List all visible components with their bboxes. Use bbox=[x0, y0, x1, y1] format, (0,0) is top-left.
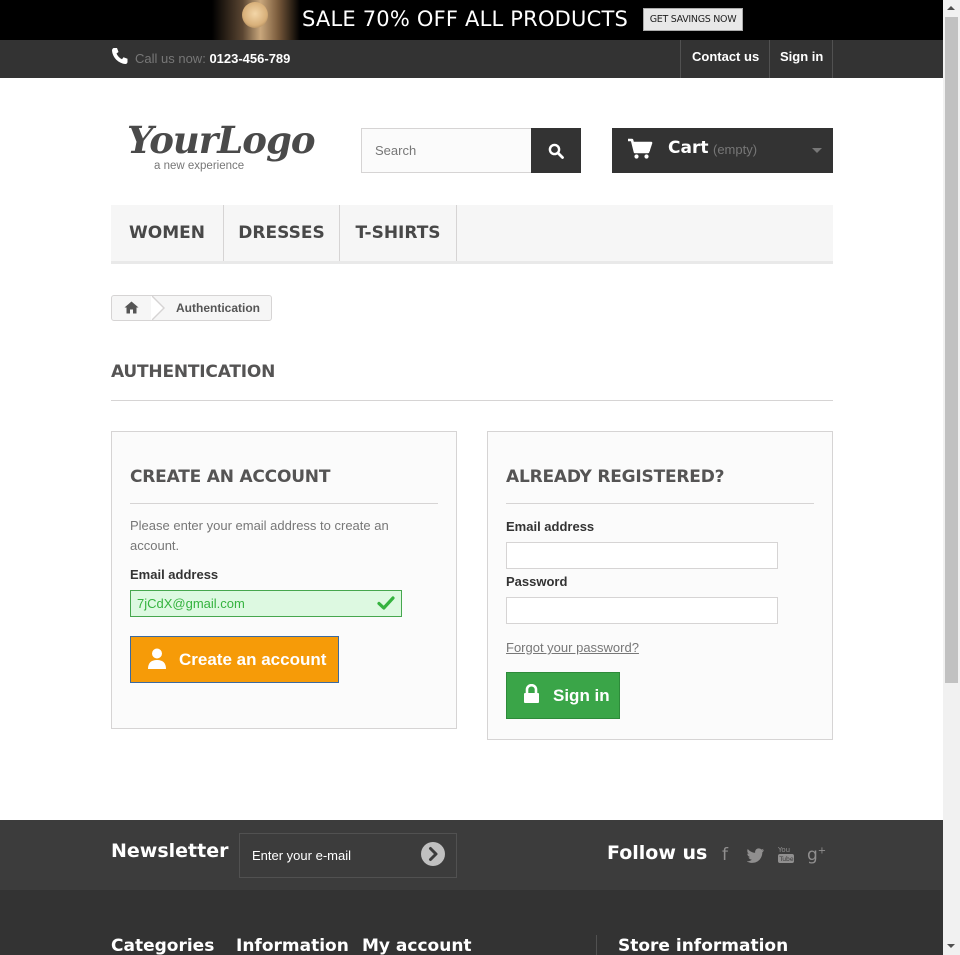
facebook-icon[interactable]: f bbox=[722, 845, 728, 865]
get-savings-button[interactable]: GET SAVINGS NOW bbox=[643, 8, 743, 31]
banner-text: SALE 70% OFF ALL PRODUCTS bbox=[302, 7, 629, 31]
sign-in-button-label: Sign in bbox=[553, 686, 610, 705]
lock-icon bbox=[524, 684, 539, 703]
create-account-title: CREATE AN ACCOUNT bbox=[130, 467, 331, 487]
twitter-icon[interactable] bbox=[747, 848, 765, 863]
password-input[interactable] bbox=[507, 598, 777, 623]
user-icon bbox=[148, 648, 166, 669]
scrollbar-thumb[interactable] bbox=[945, 17, 958, 683]
shopping-cart-icon bbox=[628, 138, 653, 159]
promo-banner[interactable]: SALE 70% OFF ALL PRODUCTS GET SAVINGS NO… bbox=[0, 0, 943, 40]
create-account-button-label: Create an account bbox=[179, 650, 327, 669]
menu-item-tshirts[interactable]: T-SHIRTS bbox=[340, 205, 457, 261]
nav-divider bbox=[769, 40, 770, 78]
cart-status: (empty) bbox=[713, 142, 758, 157]
create-account-instructions: Please enter your email address to creat… bbox=[130, 518, 389, 553]
create-email-label: Email address bbox=[130, 567, 219, 582]
phone-icon bbox=[112, 48, 128, 64]
footer-divider bbox=[596, 935, 597, 955]
password-label: Password bbox=[506, 574, 568, 589]
footer-categories-title: Categories bbox=[111, 936, 215, 955]
panel-divider bbox=[506, 503, 814, 504]
panel-divider bbox=[130, 503, 438, 504]
footer-store-information-title: Store information bbox=[618, 936, 789, 955]
cart-label: Cart bbox=[668, 138, 709, 158]
svg-text:Tube: Tube bbox=[779, 856, 794, 863]
create-email-input[interactable] bbox=[131, 591, 401, 616]
password-field[interactable] bbox=[506, 597, 778, 624]
breadcrumb-current: Authentication bbox=[176, 301, 260, 315]
logo-text: YourLogo bbox=[127, 118, 316, 162]
search-input[interactable] bbox=[362, 129, 531, 172]
newsletter-title: Newsletter bbox=[111, 840, 229, 862]
call-us-label: Call us now: bbox=[135, 51, 206, 66]
cart-button[interactable]: Cart (empty) bbox=[612, 128, 833, 173]
create-account-button[interactable]: Create an account bbox=[130, 636, 339, 683]
logo-tagline: a new experience bbox=[154, 160, 245, 172]
forgot-password-link[interactable]: Forgot your password? bbox=[506, 640, 639, 655]
nav-divider bbox=[680, 40, 681, 78]
main-menu: WOMEN DRESSES T-SHIRTS bbox=[111, 205, 833, 264]
menu-item-women[interactable]: WOMEN bbox=[111, 205, 224, 261]
nav-divider bbox=[832, 40, 833, 78]
footer-my-account-title: My account bbox=[362, 936, 472, 955]
contact-us-link[interactable]: Contact us bbox=[692, 49, 759, 64]
signin-email-label: Email address bbox=[506, 519, 595, 534]
create-email-field[interactable] bbox=[130, 590, 402, 617]
page-scrollbar[interactable] bbox=[943, 0, 960, 955]
search-icon bbox=[548, 143, 564, 159]
banner-model-image bbox=[212, 0, 300, 40]
svg-text:You: You bbox=[777, 846, 790, 854]
breadcrumb: Authentication bbox=[111, 295, 272, 321]
home-icon[interactable] bbox=[124, 301, 139, 314]
heading-divider bbox=[111, 400, 833, 401]
follow-us-title: Follow us bbox=[607, 842, 708, 864]
search-button[interactable] bbox=[531, 128, 581, 173]
site-logo[interactable]: YourLogo a new experience bbox=[127, 118, 316, 178]
caret-down-icon bbox=[812, 148, 822, 153]
already-registered-title: ALREADY REGISTERED? bbox=[506, 467, 725, 487]
youtube-icon[interactable]: You Tube bbox=[777, 844, 795, 864]
signin-email-field[interactable] bbox=[506, 542, 778, 569]
search-field[interactable] bbox=[361, 128, 532, 173]
checkmark-icon bbox=[377, 596, 395, 610]
scroll-down-arrow-icon[interactable] bbox=[947, 944, 955, 948]
signin-email-input[interactable] bbox=[507, 543, 777, 568]
page-title: AUTHENTICATION bbox=[111, 362, 276, 382]
menu-item-dresses[interactable]: DRESSES bbox=[224, 205, 340, 261]
call-us-text: Call us now: 0123-456-789 bbox=[135, 51, 290, 66]
sign-in-button[interactable]: Sign in bbox=[506, 672, 620, 719]
sign-in-link[interactable]: Sign in bbox=[780, 49, 823, 64]
breadcrumb-separator bbox=[151, 295, 165, 321]
footer-information-title: Information bbox=[236, 936, 349, 955]
phone-number: 0123-456-789 bbox=[209, 51, 291, 66]
chevron-circle-right-icon[interactable] bbox=[421, 842, 445, 866]
scroll-up-arrow-icon[interactable] bbox=[947, 6, 955, 10]
google-plus-icon[interactable]: g+ bbox=[807, 845, 826, 865]
